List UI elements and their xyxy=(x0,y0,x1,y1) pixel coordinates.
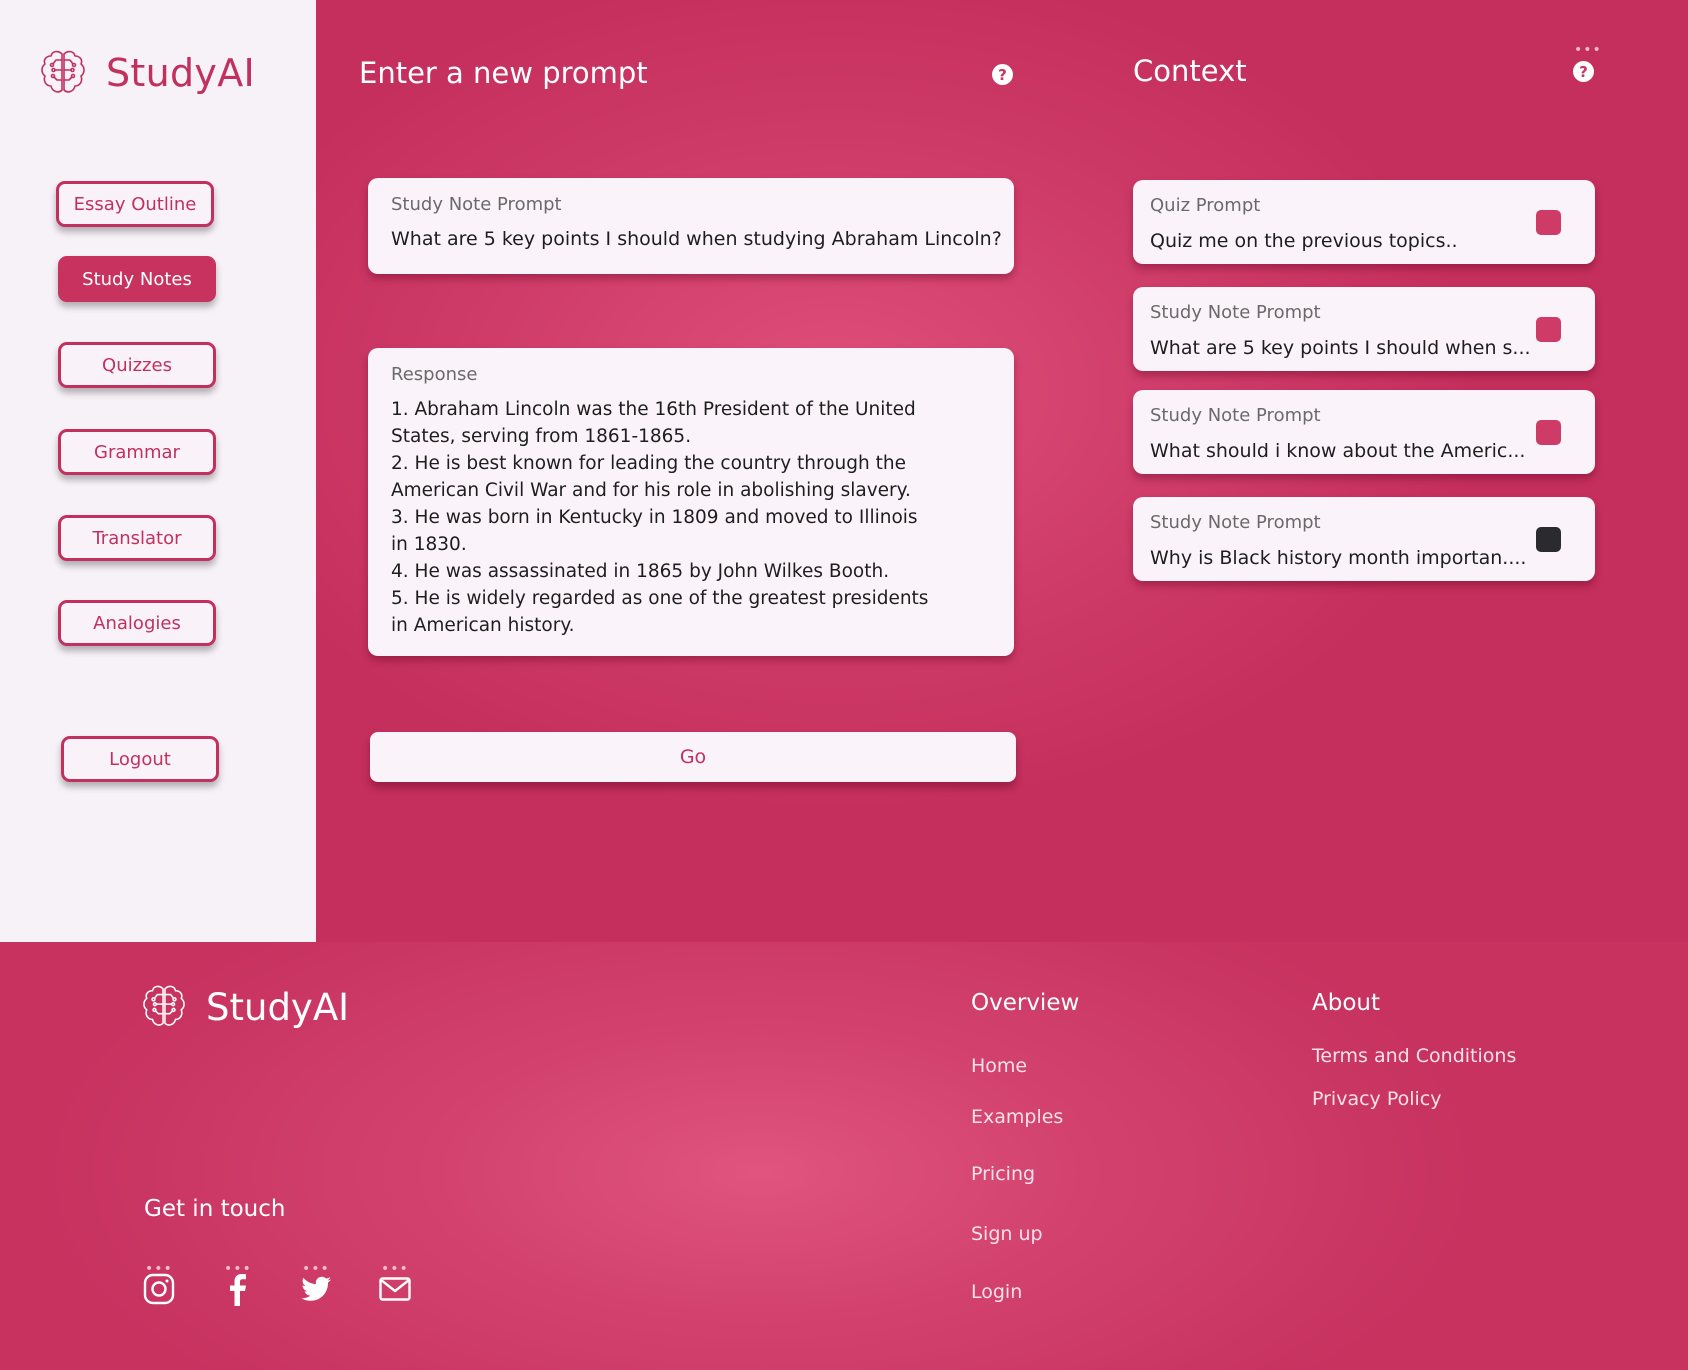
footer-link-login[interactable]: Login xyxy=(971,1281,1022,1303)
context-item[interactable]: Study Note Prompt What should i know abo… xyxy=(1133,390,1595,474)
footer-link-terms[interactable]: Terms and Conditions xyxy=(1312,1045,1516,1067)
brand-name: StudyAI xyxy=(106,51,256,95)
context-item-checkbox[interactable] xyxy=(1536,317,1561,342)
footer-link-sign-up[interactable]: Sign up xyxy=(971,1223,1043,1245)
footer-link-pricing[interactable]: Pricing xyxy=(971,1163,1035,1185)
nav-quizzes-button[interactable]: Quizzes xyxy=(58,342,216,388)
response-text: 1. Abraham Lincoln was the 16th Presiden… xyxy=(391,396,931,639)
go-button[interactable]: Go xyxy=(370,732,1016,782)
context-item-checkbox[interactable] xyxy=(1536,210,1561,235)
sidebar: StudyAI Essay Outline Study Notes Quizze… xyxy=(0,0,316,942)
footer-link-examples[interactable]: Examples xyxy=(971,1106,1063,1128)
response-line: 3. He was born in Kentucky in 1809 and m… xyxy=(391,507,918,555)
context-item[interactable]: Quiz Prompt Quiz me on the previous topi… xyxy=(1133,180,1595,264)
footer-link-home[interactable]: Home xyxy=(971,1055,1027,1077)
brand-logo[interactable]: StudyAI xyxy=(40,48,255,98)
context-item-type: Study Note Prompt xyxy=(1150,512,1321,533)
context-item-text: What are 5 key points I should when s... xyxy=(1150,337,1531,359)
nav-grammar-button[interactable]: Grammar xyxy=(58,429,216,475)
response-line: 4. He was assassinated in 1865 by John W… xyxy=(391,561,890,582)
more-dots-icon[interactable]: ••• xyxy=(1574,43,1602,57)
app-window: StudyAI Essay Outline Study Notes Quizze… xyxy=(0,0,1688,942)
context-item[interactable]: Study Note Prompt What are 5 key points … xyxy=(1133,287,1595,371)
context-help-icon[interactable]: ? xyxy=(1573,61,1594,82)
context-item-type: Study Note Prompt xyxy=(1150,302,1321,323)
prompt-help-icon[interactable]: ? xyxy=(992,64,1013,85)
footer-link-privacy[interactable]: Privacy Policy xyxy=(1312,1088,1441,1110)
context-item-checkbox[interactable] xyxy=(1536,420,1561,445)
context-item-text: Quiz me on the previous topics.. xyxy=(1150,230,1458,252)
context-item[interactable]: Study Note Prompt Why is Black history m… xyxy=(1133,497,1595,581)
footer-brand-name: StudyAI xyxy=(206,985,350,1029)
nav-analogies-button[interactable]: Analogies xyxy=(58,600,216,646)
prompt-input-field[interactable]: What are 5 key points I should when stud… xyxy=(391,228,1002,250)
main-area: Enter a new prompt ? Study Note Prompt W… xyxy=(316,0,1688,942)
response-line: 2. He is best known for leading the coun… xyxy=(391,453,911,501)
nav-translator-button[interactable]: Translator xyxy=(58,515,216,561)
footer-about-title: About xyxy=(1312,990,1381,1016)
logout-button[interactable]: Logout xyxy=(61,736,219,782)
context-item-text: What should i know about the Americ... xyxy=(1150,440,1526,462)
response-label: Response xyxy=(391,364,478,385)
context-item-type: Study Note Prompt xyxy=(1150,405,1321,426)
brain-icon xyxy=(143,985,185,1026)
context-item-checkbox[interactable] xyxy=(1536,527,1561,552)
nav-essay-outline-button[interactable]: Essay Outline xyxy=(56,181,214,227)
brain-icon xyxy=(41,50,85,93)
mail-icon[interactable] xyxy=(378,1272,412,1306)
instagram-icon[interactable] xyxy=(142,1272,176,1306)
response-line: 5. He is widely regarded as one of the g… xyxy=(391,588,929,636)
prompt-panel-title: Enter a new prompt xyxy=(359,56,648,90)
facebook-icon[interactable] xyxy=(221,1272,255,1306)
response-card: Response 1. Abraham Lincoln was the 16th… xyxy=(368,348,1014,656)
nav-study-notes-button[interactable]: Study Notes xyxy=(58,256,216,302)
prompt-input-card[interactable]: Study Note Prompt What are 5 key points … xyxy=(368,178,1014,274)
context-item-text: Why is Black history month importan.... xyxy=(1150,547,1527,569)
footer-overview-title: Overview xyxy=(971,990,1080,1016)
footer-brand-logo[interactable]: StudyAI xyxy=(142,982,349,1032)
response-line: 1. Abraham Lincoln was the 16th Presiden… xyxy=(391,399,916,447)
twitter-icon[interactable] xyxy=(299,1272,333,1306)
get-in-touch-label: Get in touch xyxy=(144,1196,286,1222)
prompt-type-label: Study Note Prompt xyxy=(391,194,562,215)
context-item-type: Quiz Prompt xyxy=(1150,195,1261,216)
context-panel-title: Context xyxy=(1133,54,1247,88)
